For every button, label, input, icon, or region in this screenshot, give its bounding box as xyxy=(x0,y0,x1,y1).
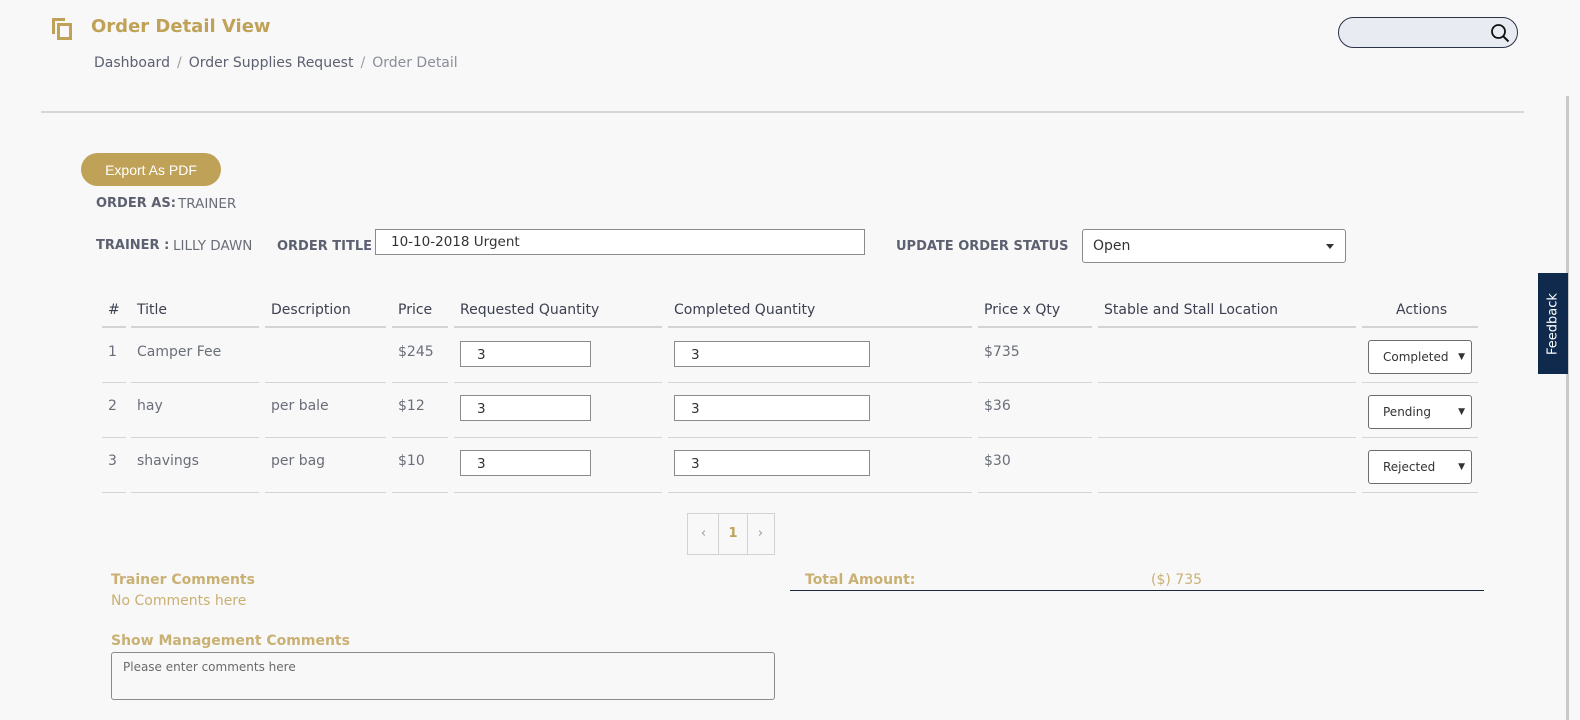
row-3-number: 3 xyxy=(108,453,117,469)
breadcrumb-order-supplies-request[interactable]: Order Supplies Request xyxy=(189,55,354,71)
breadcrumb-order-detail: Order Detail xyxy=(372,55,458,71)
row-3-action-select[interactable]: Rejected ▼ xyxy=(1368,450,1472,484)
row-1-price: $245 xyxy=(398,344,434,360)
caret-down-icon xyxy=(1326,244,1334,249)
col-header-stable-location: Stable and Stall Location xyxy=(1104,302,1278,318)
col-header-actions: Actions xyxy=(1396,302,1448,318)
row-3-description: per bag xyxy=(271,453,326,469)
row-3-action-value: Rejected xyxy=(1383,460,1436,474)
show-management-comments-toggle[interactable]: Show Management Comments xyxy=(111,633,350,649)
pagination-prev[interactable]: ‹ xyxy=(689,514,718,554)
row-2-action-value: Pending xyxy=(1383,405,1431,419)
row-1-action-value: Completed xyxy=(1383,350,1449,364)
row-2-number: 2 xyxy=(108,398,117,414)
header-divider xyxy=(41,111,1524,113)
order-title-input[interactable]: 10-10-2018 Urgent xyxy=(375,229,865,255)
col-header-completed-quantity: Completed Quantity xyxy=(674,302,816,318)
feedback-tab[interactable]: Feedback xyxy=(1538,273,1568,374)
order-as-label: ORDER AS: xyxy=(96,196,176,211)
col-header-price-x-qty: Price x Qty xyxy=(984,302,1061,318)
triangle-down-icon: ▼ xyxy=(1458,407,1465,417)
feedback-label: Feedback xyxy=(1545,292,1561,355)
col-header-title: Title xyxy=(137,302,168,318)
row-1-action-select[interactable]: Completed ▼ xyxy=(1368,340,1472,374)
row-1-completed-quantity-input[interactable]: 3 xyxy=(674,341,870,367)
row-3-title: shavings xyxy=(137,453,199,469)
management-comments-input[interactable] xyxy=(111,652,775,700)
col-header-price: Price xyxy=(398,302,433,318)
scrollbar[interactable] xyxy=(1566,96,1569,720)
trainer-comments-value: No Comments here xyxy=(111,593,247,609)
col-header-requested-quantity: Requested Quantity xyxy=(460,302,600,318)
order-as-value: TRAINER xyxy=(178,196,237,212)
total-amount-label: Total Amount: xyxy=(805,572,916,588)
order-status-select[interactable]: Open xyxy=(1082,229,1346,263)
breadcrumb: Dashboard / Order Supplies Request / Order D… xyxy=(94,55,458,71)
row-2-requested-quantity-input[interactable]: 3 xyxy=(460,395,591,421)
update-order-status-label: UPDATE ORDER STATUS xyxy=(896,239,1069,254)
order-title-label: ORDER TITLE xyxy=(277,239,373,254)
trainer-label: TRAINER : xyxy=(96,238,170,253)
order-status-value: Open xyxy=(1093,238,1131,254)
triangle-down-icon: ▼ xyxy=(1458,352,1465,362)
pagination: ‹ 1 › xyxy=(687,513,775,555)
search-icon[interactable] xyxy=(1490,23,1510,43)
row-2-title: hay xyxy=(137,398,163,414)
row-1-number: 1 xyxy=(108,344,117,360)
pagination-page-1[interactable]: 1 xyxy=(718,514,748,554)
triangle-down-icon: ▼ xyxy=(1458,462,1465,472)
total-divider xyxy=(790,590,1484,591)
row-2-action-select[interactable]: Pending ▼ xyxy=(1368,395,1472,429)
row-3-requested-quantity-input[interactable]: 3 xyxy=(460,450,591,476)
row-2-completed-quantity-input[interactable]: 3 xyxy=(674,395,870,421)
trainer-value: LILLY DAWN xyxy=(173,238,253,254)
row-2-price-x-qty: $36 xyxy=(984,398,1011,414)
trainer-comments-label: Trainer Comments xyxy=(111,572,255,588)
row-3-price-x-qty: $30 xyxy=(984,453,1011,469)
page-title: Order Detail View xyxy=(91,16,271,37)
export-pdf-button[interactable]: Export As PDF xyxy=(81,153,221,186)
col-header-number: # xyxy=(108,302,120,318)
row-2-description: per bale xyxy=(271,398,329,414)
row-3-price: $10 xyxy=(398,453,425,469)
row-1-price-x-qty: $735 xyxy=(984,344,1020,360)
total-amount-value: ($) 735 xyxy=(1151,572,1203,588)
search-box xyxy=(1338,17,1518,48)
row-3-completed-quantity-input[interactable]: 3 xyxy=(674,450,870,476)
pagination-next[interactable]: › xyxy=(746,514,775,554)
breadcrumb-dashboard[interactable]: Dashboard xyxy=(94,55,170,71)
row-2-price: $12 xyxy=(398,398,425,414)
col-header-description: Description xyxy=(271,302,351,318)
copy-icon xyxy=(52,18,72,40)
row-1-requested-quantity-input[interactable]: 3 xyxy=(460,341,591,367)
row-1-title: Camper Fee xyxy=(137,344,222,360)
search-input[interactable] xyxy=(1349,18,1493,47)
